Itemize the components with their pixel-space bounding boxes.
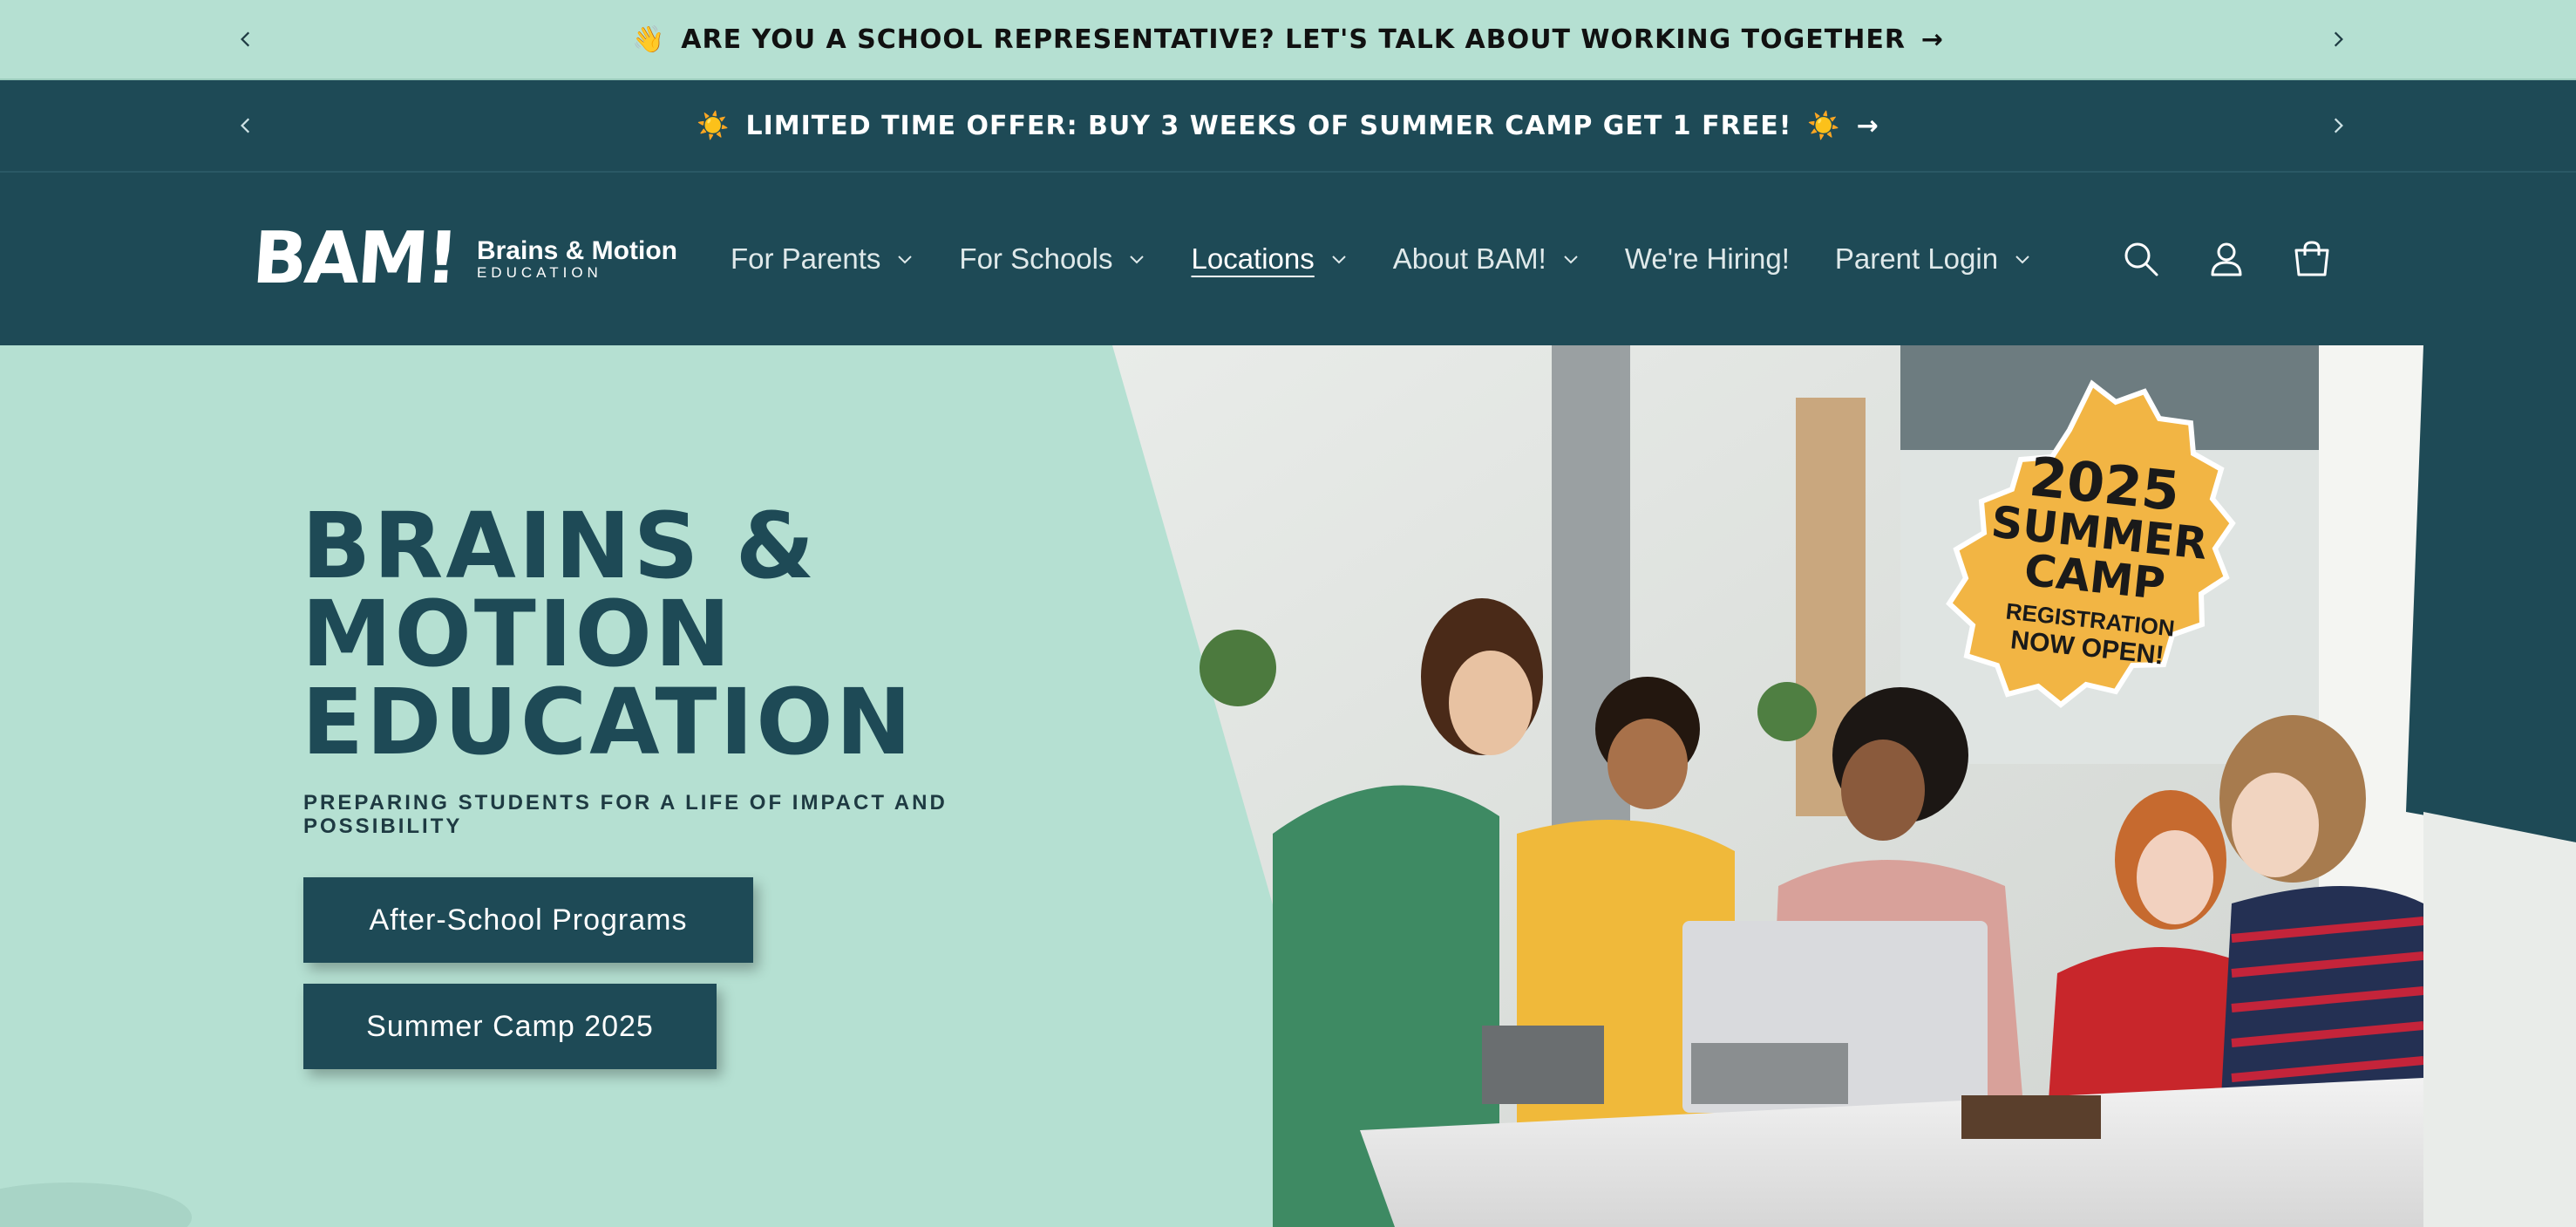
nav-item-label: Locations — [1191, 242, 1315, 275]
chevron-right-icon — [2334, 31, 2343, 47]
chevron-left-icon — [241, 31, 250, 47]
chevron-down-icon — [1562, 250, 1580, 268]
arrow-right-icon: → — [1856, 110, 1879, 141]
nav-item-for-parents[interactable]: For Parents — [731, 242, 914, 276]
nav-item-about[interactable]: About BAM! — [1393, 242, 1580, 276]
main-nav: For Parents For Schools Locations About … — [731, 173, 2076, 345]
badge-text: 2025 SUMMER CAMP REGISTRATION NOW OPEN! — [1930, 441, 2264, 679]
nav-item-locations[interactable]: Locations — [1191, 242, 1347, 276]
nav-item-parent-login[interactable]: Parent Login — [1835, 242, 2031, 276]
account-icon — [2211, 242, 2242, 276]
logo-name: Brains & Motion — [476, 236, 677, 266]
account-button[interactable] — [2202, 235, 2251, 283]
logo-mark: BAM! — [249, 217, 459, 300]
hero-title-line: MOTION — [302, 580, 733, 687]
previous-announcement-button[interactable] — [228, 22, 263, 57]
offer-announcement-text: LIMITED TIME OFFER: BUY 3 WEEKS OF SUMME… — [745, 110, 1792, 141]
nav-item-label: About BAM! — [1392, 242, 1546, 275]
hero-tagline: PREPARING STUDENTS FOR A LIFE OF IMPACT … — [303, 791, 948, 838]
chevron-down-icon — [2014, 250, 2031, 268]
chevron-down-icon — [1330, 250, 1348, 268]
search-button[interactable] — [2117, 235, 2165, 283]
nav-item-for-schools[interactable]: For Schools — [959, 242, 1145, 276]
nav-item-label: For Parents — [731, 242, 881, 275]
site-header: BAM! Brains & Motion EDUCATION For Paren… — [0, 173, 2576, 345]
search-icon — [2124, 242, 2158, 276]
chevron-right-icon — [2334, 118, 2343, 133]
nav-item-label: We're Hiring! — [1624, 242, 1790, 275]
logo-subtitle: EDUCATION — [476, 264, 602, 282]
school-announcement-link[interactable]: 👋 ARE YOU A SCHOOL REPRESENTATIVE? LET'S… — [632, 24, 1944, 55]
hero-title-line: BRAINS & — [302, 493, 818, 599]
sun-emoji-icon: ☀️ — [1807, 110, 1841, 141]
arrow-right-icon: → — [1920, 24, 1945, 55]
school-announcement-bar: 👋 ARE YOU A SCHOOL REPRESENTATIVE? LET'S… — [0, 0, 2576, 80]
hero-section: 2025 SUMMER CAMP REGISTRATION NOW OPEN! … — [0, 345, 2576, 1227]
hero-title: BRAINS & MOTION EDUCATION — [302, 493, 914, 775]
wave-emoji-icon: 👋 — [631, 24, 666, 55]
chevron-down-icon — [896, 250, 914, 268]
previous-offer-button[interactable] — [228, 108, 263, 143]
offer-announcement-link[interactable]: ☀️ LIMITED TIME OFFER: BUY 3 WEEKS OF SU… — [697, 111, 1879, 141]
next-announcement-button[interactable] — [2321, 22, 2355, 57]
nav-item-label: Parent Login — [1834, 242, 1999, 275]
nav-item-hiring[interactable]: We're Hiring! — [1625, 242, 1790, 276]
offer-announcement-bar: ☀️ LIMITED TIME OFFER: BUY 3 WEEKS OF SU… — [0, 80, 2576, 173]
logo-wordmark: Brains & Motion EDUCATION — [477, 236, 677, 282]
chevron-down-icon — [1128, 250, 1145, 268]
sun-emoji-icon: ☀️ — [697, 110, 731, 141]
school-announcement-text: ARE YOU A SCHOOL REPRESENTATIVE? LET'S T… — [681, 24, 1906, 55]
site-logo-link[interactable]: BAM! Brains & Motion EDUCATION — [249, 217, 677, 300]
nav-item-label: For Schools — [959, 242, 1113, 275]
after-school-programs-button[interactable]: After-School Programs — [303, 877, 753, 963]
summer-camp-button[interactable]: Summer Camp 2025 — [303, 984, 717, 1069]
cart-button[interactable] — [2287, 235, 2336, 283]
next-offer-button[interactable] — [2321, 108, 2355, 143]
cart-icon — [2294, 241, 2329, 276]
hero-title-line: EDUCATION — [302, 668, 914, 775]
chevron-left-icon — [241, 118, 250, 133]
